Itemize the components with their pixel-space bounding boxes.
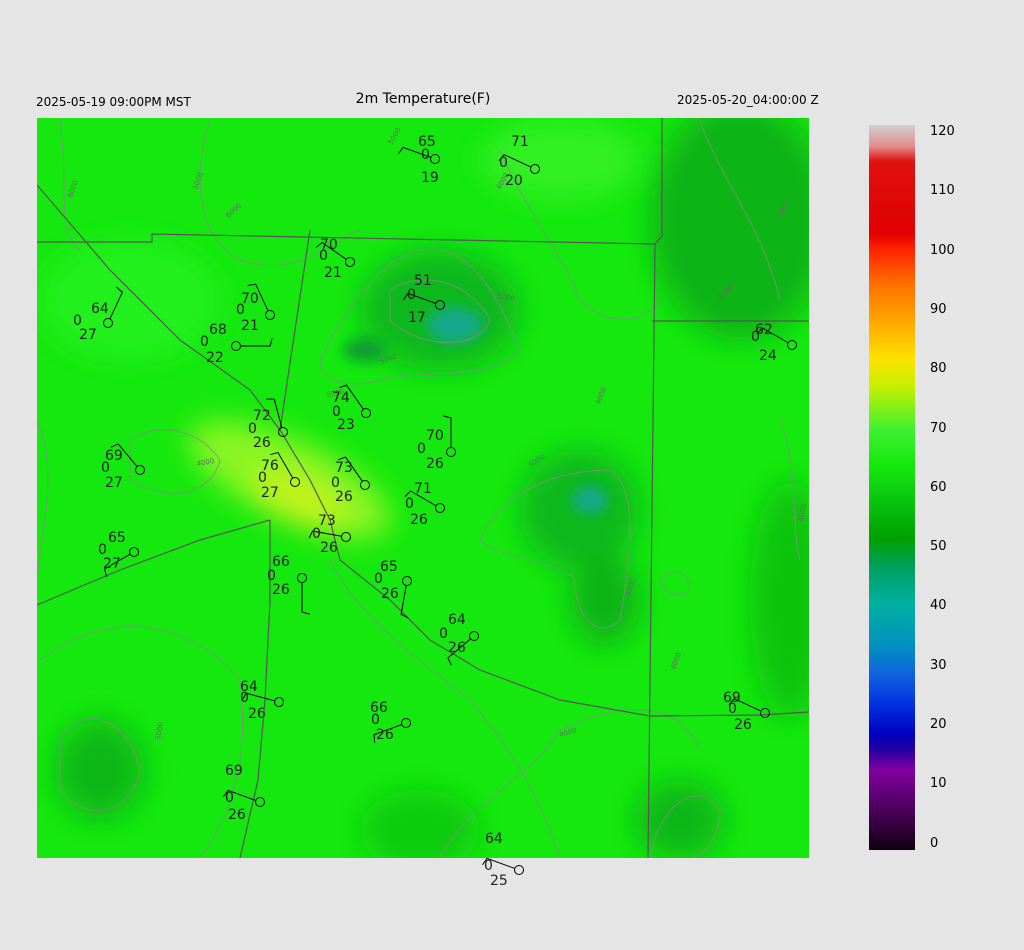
color-scale-label: 30 (930, 657, 947, 673)
station-pressure-value: 26 (376, 727, 394, 743)
station-temperature: 73 (335, 460, 353, 476)
station-pressure-value: 26 (272, 582, 290, 598)
station-temperature: 64 (91, 301, 109, 317)
station-temperature: 70 (426, 428, 444, 444)
station-pressure-value: 21 (241, 318, 259, 334)
station-temperature: 65 (108, 530, 126, 546)
color-scale-label: 10 (930, 776, 947, 792)
station-dewpoint-flag: 0 (499, 155, 508, 171)
station-temperature: 71 (511, 134, 529, 150)
station-dewpoint-flag: 0 (200, 334, 209, 350)
station-pressure-value: 26 (335, 489, 353, 505)
color-scale-label: 20 (930, 717, 947, 732)
station-pressure-value: 17 (408, 310, 426, 326)
color-scale-label: 70 (930, 420, 947, 436)
station-circle (514, 865, 524, 875)
station-dewpoint-flag: 0 (751, 329, 760, 345)
station-pressure-value: 26 (410, 512, 428, 528)
color-scale-label: 100 (930, 242, 955, 258)
station-pressure-value: 27 (79, 327, 97, 343)
station-pressure-value: 24 (759, 348, 777, 364)
station-pressure-value: 27 (103, 556, 121, 572)
station-dewpoint-flag: 0 (240, 690, 249, 706)
station-pressure-value: 25 (490, 873, 508, 889)
station-dewpoint-flag: 0 (258, 470, 267, 486)
station-pressure-value: 27 (261, 485, 279, 501)
station-dewpoint-flag: 0 (101, 460, 110, 476)
color-scale-label: 60 (930, 479, 947, 495)
station-dewpoint-flag: 0 (421, 147, 430, 163)
station-pressure-value: 26 (253, 435, 271, 451)
station-dewpoint-flag: 0 (371, 712, 380, 728)
station-temperature: 64 (448, 612, 466, 628)
station-dewpoint-flag: 0 (439, 626, 448, 642)
color-scale-label: 110 (930, 183, 955, 199)
station-pressure-value: 26 (426, 456, 444, 472)
station-temperature: 51 (414, 273, 432, 289)
station-dewpoint-flag: 0 (728, 701, 737, 717)
color-scale-bar (869, 125, 915, 850)
color-scale-label: 80 (930, 361, 947, 377)
station-temperature: 68 (209, 322, 227, 338)
station-pressure-value: 20 (505, 173, 523, 189)
station-dewpoint-flag: 0 (484, 858, 493, 874)
station-pressure-value: 19 (421, 170, 439, 186)
color-scale-label: 50 (930, 539, 947, 555)
station-pressure-value: 26 (448, 640, 466, 656)
station-pressure-value: 22 (206, 350, 224, 366)
station-pressure-value: 26 (320, 540, 338, 556)
station-pressure-value: 26 (381, 586, 399, 602)
station-temperature: 69 (225, 763, 243, 779)
color-scale-label: 90 (930, 301, 947, 317)
station-dewpoint-flag: 0 (225, 790, 234, 806)
color-scale-label: 120 (930, 124, 955, 139)
station-pressure-value: 26 (248, 706, 266, 722)
color-scale-label: 40 (930, 598, 947, 614)
station-pressure-value: 21 (324, 265, 342, 281)
station-pressure-value: 26 (734, 717, 752, 733)
station-dewpoint-flag: 0 (417, 441, 426, 457)
station-pressure-value: 23 (337, 417, 355, 433)
temperature-field (37, 118, 809, 858)
station-dewpoint-flag: 0 (236, 302, 245, 318)
station-temperature: 64 (485, 831, 503, 847)
station-pressure-value: 27 (105, 475, 123, 491)
station-dewpoint-flag: 0 (407, 287, 416, 303)
color-scale-gradient (869, 125, 915, 850)
color-scale-label: 0 (930, 835, 939, 851)
station-dewpoint-flag: 0 (374, 571, 383, 587)
station-temperature: 71 (414, 481, 432, 497)
station-dewpoint-flag: 0 (405, 496, 414, 512)
station-dewpoint-flag: 0 (319, 248, 328, 264)
station-pressure-value: 26 (228, 807, 246, 823)
